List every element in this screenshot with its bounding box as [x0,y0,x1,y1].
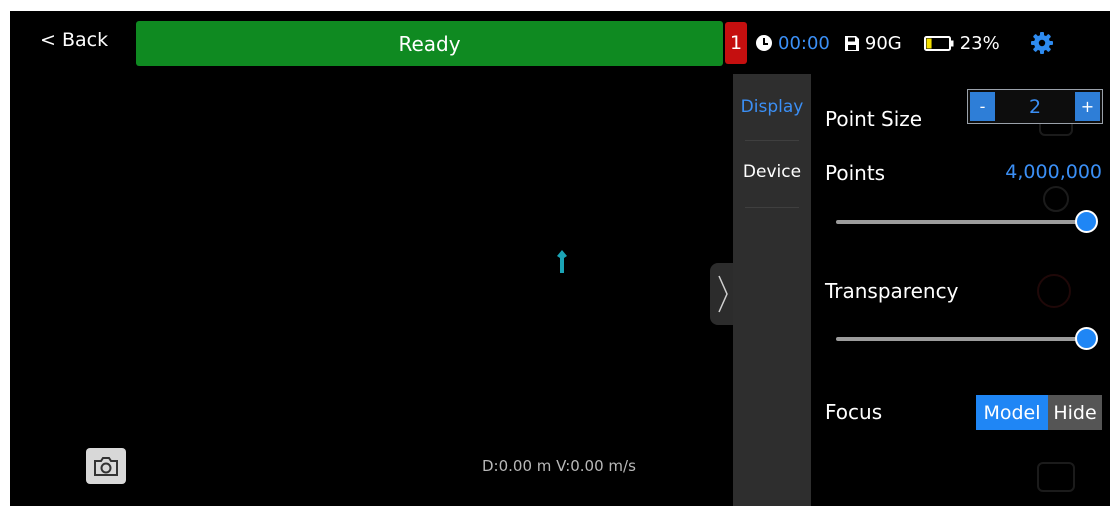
point-size-increase-button[interactable]: + [1075,92,1100,121]
gear-icon[interactable] [1030,31,1054,55]
position-marker-icon [557,250,567,273]
point-size-stepper: - 2 + [967,89,1103,124]
back-button[interactable]: < Back [40,29,108,51]
point-size-decrease-button[interactable]: - [970,92,995,121]
camera-icon [94,457,118,476]
points-slider-thumb[interactable] [1075,210,1098,233]
distance-velocity-readout: D:0.00 m V:0.00 m/s [482,457,636,475]
tab-divider [745,207,799,208]
faint-icon [1037,462,1075,492]
tab-display[interactable]: Display [733,97,811,117]
transparency-slider[interactable] [836,337,1086,341]
chevron-right-icon [718,275,728,313]
recording-time: 00:00 [778,32,830,54]
status-bar: Ready [136,21,723,66]
faint-icon [1043,186,1069,212]
screenshot-button[interactable] [86,448,126,484]
tab-divider [745,140,799,141]
focus-label: Focus [825,400,883,424]
notification-badge[interactable]: 1 [725,22,747,64]
app-screen: < Back Ready 1 00:00 90G 23% D:0.00 m V:… [10,11,1110,506]
tab-device[interactable]: Device [733,162,811,182]
status-text: Ready [398,31,461,56]
transparency-label: Transparency [825,279,959,303]
points-label: Points [825,161,886,185]
display-settings-panel: Point Size - 2 + Points 4,000,000 Transp… [811,74,1110,506]
faint-icon [1037,274,1071,308]
storage-value: 90G [864,32,902,54]
status-indicators: 00:00 90G 23% [756,29,1054,57]
clock-icon [756,35,772,51]
points-value: 4,000,000 [1005,161,1102,183]
settings-tabs: Display Device [733,74,811,506]
focus-toggle: Model Hide [976,395,1102,430]
save-icon [844,35,859,51]
transparency-slider-thumb[interactable] [1075,327,1098,350]
point-size-value[interactable]: 2 [995,90,1075,123]
focus-hide-option[interactable]: Hide [1048,395,1102,430]
points-slider[interactable] [836,220,1086,224]
point-size-label: Point Size [825,107,923,131]
badge-count: 1 [729,32,743,54]
focus-model-option[interactable]: Model [976,395,1048,430]
battery-value: 23% [959,32,1000,54]
battery-icon [923,35,954,51]
